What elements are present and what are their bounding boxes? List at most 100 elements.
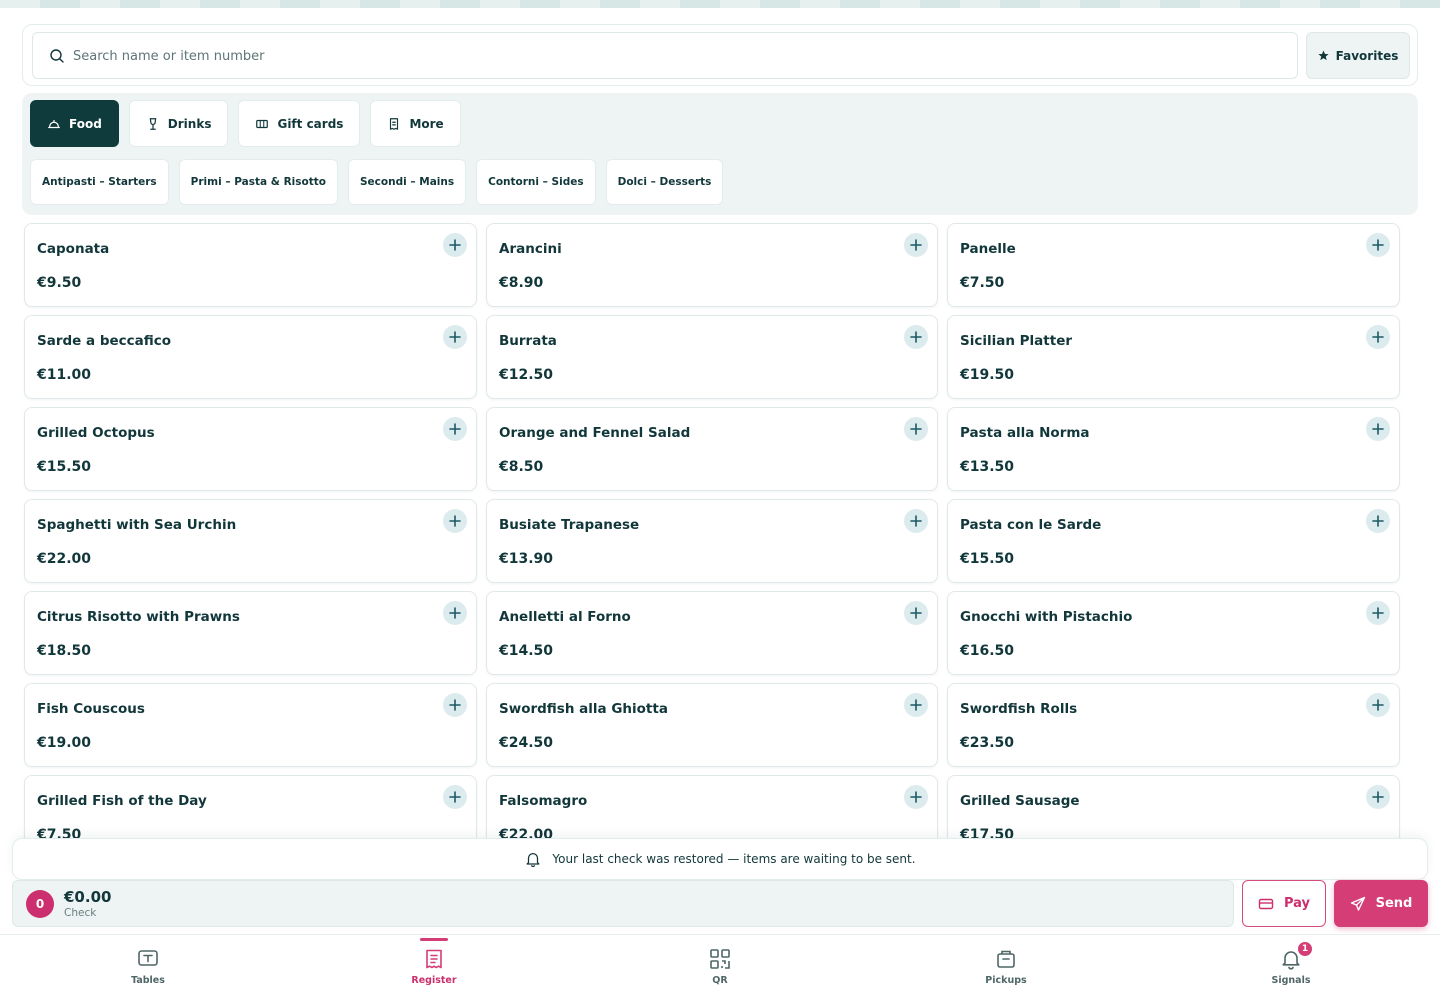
menu-item-card[interactable]: Sicilian Platter €19.50 (947, 315, 1400, 399)
menu-item-card[interactable]: Grilled Fish of the Day €7.50 (24, 775, 477, 838)
add-item-button[interactable] (443, 417, 467, 441)
restored-check-notice: Your last check was restored — items are… (12, 838, 1428, 880)
plus-icon (449, 791, 461, 803)
menu-item-price: €19.00 (37, 735, 92, 751)
menu-item-name: Citrus Risotto with Prawns (37, 609, 240, 625)
menu-item-card[interactable]: Swordfish Rolls €23.50 (947, 683, 1400, 767)
nav-register[interactable]: Register (379, 935, 489, 1000)
menu-item-card[interactable]: Grilled Octopus €15.50 (24, 407, 477, 491)
menu-item-name: Swordfish Rolls (960, 701, 1078, 717)
menu-item-price: €22.00 (37, 551, 92, 567)
add-item-button[interactable] (443, 785, 467, 809)
receipt-icon (390, 117, 399, 130)
favorites-button[interactable]: Favorites (1306, 32, 1410, 79)
plus-icon (449, 331, 461, 343)
tab-gift-cards[interactable]: Gift cards (238, 100, 361, 147)
menu-item-card[interactable]: Citrus Risotto with Prawns €18.50 (24, 591, 477, 675)
menu-item-price: €9.50 (37, 275, 82, 291)
menu-item-card[interactable]: Arancini €8.90 (486, 223, 938, 307)
menu-item-card[interactable]: Panelle €7.50 (947, 223, 1400, 307)
add-item-button[interactable] (443, 693, 467, 717)
gift-card-icon (256, 119, 269, 128)
add-item-button[interactable] (443, 325, 467, 349)
tab-drinks[interactable]: Drinks (128, 100, 229, 147)
subtab-label: Secondi – Mains (359, 176, 455, 188)
add-item-button[interactable] (904, 233, 928, 257)
plus-icon (1372, 515, 1384, 527)
bell-icon (526, 852, 540, 868)
menu-item-name: Gnocchi with Pistachio (960, 609, 1133, 625)
menu-item-card[interactable]: Gnocchi with Pistachio €16.50 (947, 591, 1400, 675)
menu-item-price: €7.50 (960, 275, 1005, 291)
add-item-button[interactable] (1366, 417, 1390, 441)
add-item-button[interactable] (904, 417, 928, 441)
plus-icon (1372, 699, 1384, 711)
menu-item-price: €8.90 (499, 275, 544, 291)
add-item-button[interactable] (1366, 509, 1390, 533)
nav-label: Signals (1271, 975, 1311, 986)
add-item-button[interactable] (904, 509, 928, 533)
nav-label: Tables (131, 975, 165, 986)
menu-item-card[interactable]: Pasta alla Norma €13.50 (947, 407, 1400, 491)
search-input[interactable] (73, 41, 1273, 71)
add-item-button[interactable] (443, 233, 467, 257)
tab-more[interactable]: More (370, 100, 461, 147)
menu-item-card[interactable]: Swordfish alla Ghiotta €24.50 (486, 683, 938, 767)
send-button[interactable]: Send (1334, 880, 1428, 927)
menu-item-name: Grilled Sausage (960, 793, 1080, 809)
add-item-button[interactable] (443, 509, 467, 533)
search-box[interactable] (32, 32, 1298, 79)
add-item-button[interactable] (443, 601, 467, 625)
plus-icon (1372, 331, 1384, 343)
menu-item-card[interactable]: Caponata €9.50 (24, 223, 477, 307)
menu-item-card[interactable]: Falsomagro €22.00 (486, 775, 938, 838)
menu-item-card[interactable]: Anelletti al Forno €14.50 (486, 591, 938, 675)
add-item-button[interactable] (1366, 233, 1390, 257)
subtab-antipasti[interactable]: Antipasti – Starters (30, 159, 169, 205)
add-item-button[interactable] (904, 785, 928, 809)
nav-label: Register (411, 975, 457, 986)
nav-qr[interactable]: QR (665, 935, 775, 1000)
nav-signals[interactable]: 1 Signals (1236, 935, 1346, 1000)
menu-item-price: €15.50 (960, 551, 1015, 567)
subtab-secondi[interactable]: Secondi – Mains (347, 159, 467, 205)
send-label: Send (1375, 896, 1413, 911)
menu-item-card[interactable]: Sarde a beccafico €11.00 (24, 315, 477, 399)
add-item-button[interactable] (904, 601, 928, 625)
menu-item-name: Burrata (499, 333, 557, 349)
pay-button[interactable]: Pay (1242, 880, 1326, 927)
nav-tables[interactable]: Tables (93, 935, 203, 1000)
menu-item-card[interactable]: Busiate Trapanese €13.90 (486, 499, 938, 583)
menu-item-card[interactable]: Spaghetti with Sea Urchin €22.00 (24, 499, 477, 583)
top-stripe (0, 0, 1440, 8)
menu-item-card[interactable]: Grilled Sausage €17.50 (947, 775, 1400, 838)
star-icon (1318, 50, 1329, 61)
search-panel: Favorites (22, 24, 1418, 86)
add-item-button[interactable] (1366, 785, 1390, 809)
subtab-contorni[interactable]: Contorni – Sides (476, 159, 596, 205)
nav-pickups[interactable]: Pickups (951, 935, 1061, 1000)
menu-item-price: €19.50 (960, 367, 1015, 383)
subtab-dolci[interactable]: Dolci – Desserts (605, 159, 724, 205)
signals-badge: 1 (1296, 940, 1314, 958)
subcategory-tabs: Antipasti – Starters Primi – Pasta & Ris… (30, 159, 724, 205)
tab-label: Drinks (167, 116, 212, 131)
menu-item-card[interactable]: Fish Couscous €19.00 (24, 683, 477, 767)
menu-item-name: Spaghetti with Sea Urchin (37, 517, 237, 533)
add-item-button[interactable] (1366, 601, 1390, 625)
menu-item-name: Pasta con le Sarde (960, 517, 1102, 533)
add-item-button[interactable] (1366, 693, 1390, 717)
menu-item-card[interactable]: Pasta con le Sarde €15.50 (947, 499, 1400, 583)
menu-item-card[interactable]: Burrata €12.50 (486, 315, 938, 399)
paper-plane-icon (1350, 896, 1365, 911)
tab-food[interactable]: Food (30, 100, 119, 147)
menu-item-card[interactable]: Orange and Fennel Salad €8.50 (486, 407, 938, 491)
notice-text: Your last check was restored — items are… (552, 852, 916, 866)
add-item-button[interactable] (904, 693, 928, 717)
add-item-button[interactable] (1366, 325, 1390, 349)
check-summary[interactable]: 0 €0.00 Check (12, 880, 1234, 927)
add-item-button[interactable] (904, 325, 928, 349)
menu-item-name: Sarde a beccafico (37, 333, 172, 349)
subtab-primi[interactable]: Primi – Pasta & Risotto (178, 159, 338, 205)
menu-item-name: Pasta alla Norma (960, 425, 1090, 441)
